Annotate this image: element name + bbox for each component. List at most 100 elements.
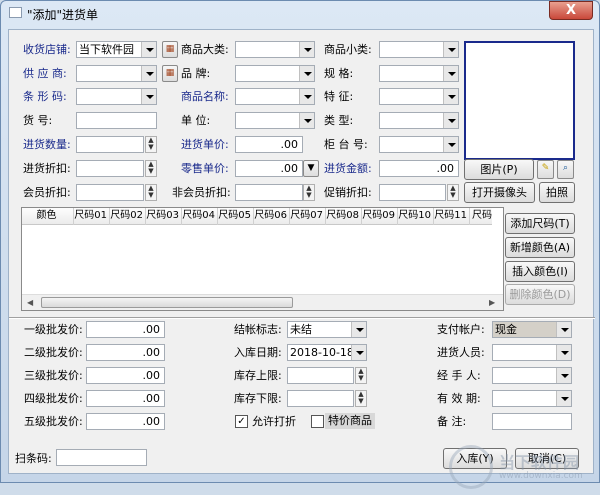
stock-min-stepper[interactable]: ▲ ▼	[355, 390, 367, 407]
settle-select[interactable]: 未结	[287, 321, 367, 338]
store-browse-icon[interactable]: ▦	[162, 41, 178, 58]
wholesale1-input[interactable]: .00	[86, 321, 165, 338]
note-input[interactable]	[492, 413, 572, 430]
wholesale4-label: 四级批发价:	[24, 392, 83, 405]
expiry-select[interactable]	[492, 390, 572, 407]
scan-input[interactable]	[56, 449, 147, 466]
buyer-label: 进货人员:	[437, 346, 485, 359]
grid-col: 尺码08	[326, 208, 362, 225]
handler-select[interactable]	[492, 367, 572, 384]
chevron-down-icon	[351, 322, 366, 337]
capture-button[interactable]: 拍照	[539, 182, 575, 203]
promo-discount-stepper[interactable]: ▲ ▼	[447, 184, 459, 201]
spec-label: 规 格:	[324, 67, 354, 80]
grid-col: 尺码11	[434, 208, 470, 225]
discount-input[interactable]	[76, 160, 144, 177]
section-divider	[9, 317, 595, 319]
dropdown-arrow-icon[interactable]: ▼	[303, 160, 319, 177]
counter-select[interactable]	[379, 136, 459, 153]
chevron-down-icon	[556, 368, 571, 383]
watermark-circle-icon	[449, 445, 493, 489]
price-label: 进货单价:	[181, 138, 229, 151]
discount-stepper[interactable]: ▲ ▼	[145, 160, 157, 177]
wholesale4-input[interactable]: .00	[86, 390, 165, 407]
open-camera-button[interactable]: 打开摄像头	[464, 182, 535, 203]
grid-col-color: 颜色	[22, 208, 74, 225]
expiry-label: 有 效 期:	[437, 392, 481, 405]
feature-select[interactable]	[379, 88, 459, 105]
special-label: 特价商品	[325, 413, 375, 429]
nonmember-discount-input[interactable]	[235, 184, 303, 201]
scrollbar-thumb[interactable]	[41, 297, 293, 308]
eraser-icon[interactable]: ✎	[537, 160, 554, 179]
insert-color-button[interactable]: 插入颜色(I)	[505, 261, 575, 282]
form-body: 收货店铺: 当下软件园 ▦ 供 应 商: ▦ 条 形 码: 货 号: 进货数量:…	[8, 29, 595, 489]
date-label: 入库日期:	[234, 346, 282, 359]
retail-input[interactable]: .00	[235, 160, 303, 177]
chevron-down-icon	[556, 322, 571, 337]
horizontal-scrollbar[interactable]: ◀ ▶	[22, 294, 503, 310]
account-select[interactable]: 现金	[492, 321, 572, 338]
category-select[interactable]	[235, 41, 315, 58]
qty-input[interactable]	[76, 136, 144, 153]
sku-input[interactable]	[76, 112, 157, 129]
member-discount-stepper[interactable]: ▲ ▼	[145, 184, 157, 201]
chevron-down-icon	[299, 42, 314, 57]
chevron-down-icon	[443, 66, 458, 81]
qty-label: 进货数量:	[23, 138, 71, 151]
chevron-down-icon	[299, 66, 314, 81]
spec-select[interactable]	[379, 65, 459, 82]
type-select[interactable]	[379, 112, 459, 129]
chevron-down-icon	[556, 391, 571, 406]
store-value: 当下软件园	[79, 43, 134, 56]
watermark-title: 当下软件园	[499, 453, 580, 472]
brand-select[interactable]	[235, 65, 315, 82]
feature-label: 特 征:	[324, 90, 354, 103]
barcode-label: 条 形 码:	[23, 90, 67, 103]
promo-discount-input[interactable]	[379, 184, 446, 201]
delete-color-button[interactable]: 删除颜色(D)	[505, 284, 575, 305]
stock-max-stepper[interactable]: ▲ ▼	[355, 367, 367, 384]
photo-button[interactable]: 图片(P)	[464, 159, 534, 180]
chevron-down-icon	[141, 89, 156, 104]
buyer-select[interactable]	[492, 344, 572, 361]
unit-select[interactable]	[235, 112, 315, 129]
stock-min-input[interactable]	[287, 390, 354, 407]
close-button[interactable]: X	[549, 1, 593, 20]
stock-max-input[interactable]	[287, 367, 354, 384]
qty-stepper[interactable]: ▲ ▼	[145, 136, 157, 153]
wholesale2-input[interactable]: .00	[86, 344, 165, 361]
scroll-right-icon[interactable]: ▶	[489, 298, 495, 307]
grid-col: 尺码09	[362, 208, 398, 225]
grid-col: 尺码10	[398, 208, 434, 225]
grid-header: 颜色 尺码01 尺码02 尺码03 尺码04 尺码05 尺码06 尺码07 尺码08 尺码09 尺码…	[22, 208, 492, 225]
name-select[interactable]	[235, 88, 315, 105]
discount-label: 进货折扣:	[23, 162, 71, 175]
add-size-button[interactable]: 添加尺码(T)	[505, 213, 575, 234]
barcode-select[interactable]	[76, 88, 157, 105]
brand-label: 品 牌:	[181, 67, 211, 80]
search-icon[interactable]: ⌕	[557, 160, 574, 179]
date-picker[interactable]: 2018-10-18	[287, 344, 367, 361]
nonmember-discount-stepper[interactable]: ▲ ▼	[303, 184, 315, 201]
supplier-select[interactable]	[76, 65, 157, 82]
add-color-button[interactable]: 新增颜色(A)	[505, 237, 575, 258]
type-label: 类 型:	[324, 114, 354, 127]
member-discount-input[interactable]	[76, 184, 144, 201]
store-select[interactable]: 当下软件园	[76, 41, 157, 58]
handler-label: 经 手 人:	[437, 369, 481, 382]
special-checkbox[interactable]	[311, 415, 324, 428]
allow-discount-checkbox[interactable]: ✓	[235, 415, 248, 428]
chevron-down-icon	[556, 345, 571, 360]
subcategory-select[interactable]	[379, 41, 459, 58]
member-discount-label: 会员折扣:	[23, 186, 71, 199]
wholesale5-input[interactable]: .00	[86, 413, 165, 430]
wholesale1-label: 一级批发价:	[24, 323, 83, 336]
amount-input[interactable]: .00	[379, 160, 459, 177]
scroll-left-icon[interactable]: ◀	[27, 298, 33, 307]
supplier-browse-icon[interactable]: ▦	[162, 65, 178, 82]
size-grid[interactable]: 颜色 尺码01 尺码02 尺码03 尺码04 尺码05 尺码06 尺码07 尺码08 尺码09 尺码…	[21, 207, 504, 311]
price-input[interactable]: .00	[235, 136, 303, 153]
wholesale3-input[interactable]: .00	[86, 367, 165, 384]
wholesale2-label: 二级批发价:	[24, 346, 83, 359]
